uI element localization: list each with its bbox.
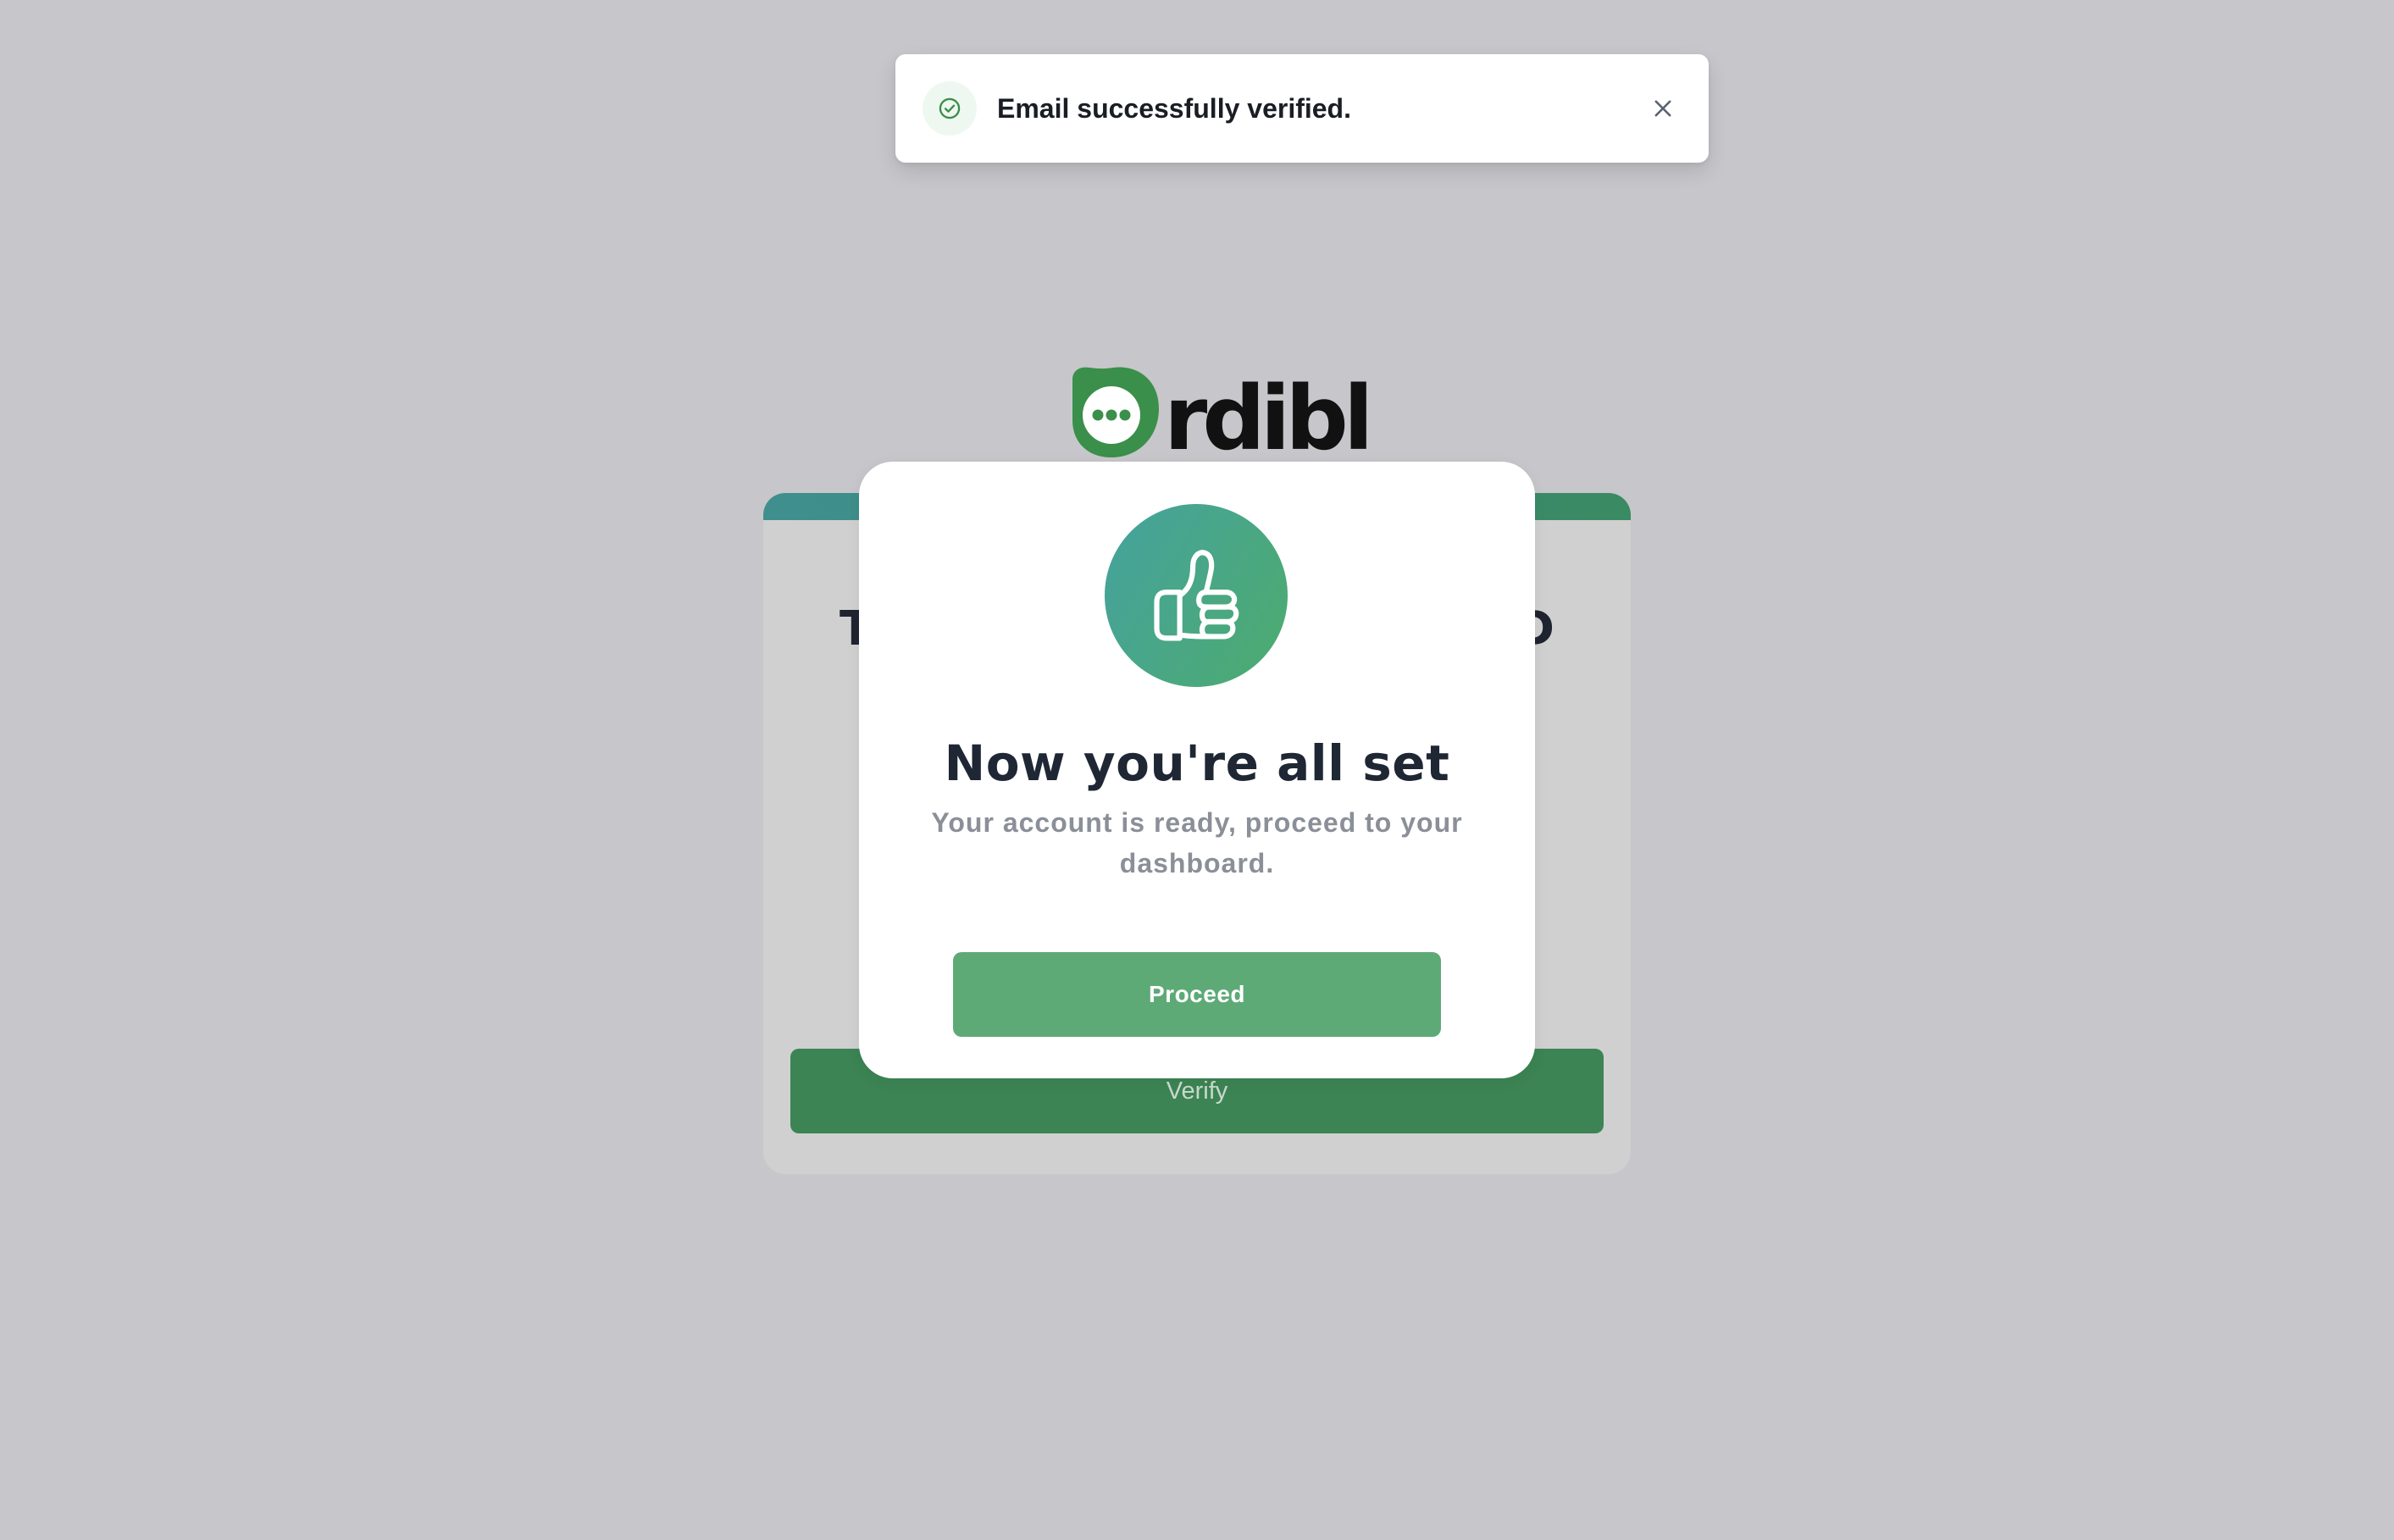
toast-close-button[interactable]: [1643, 88, 1683, 129]
check-circle-icon: [939, 97, 961, 119]
toast-icon-badge: [923, 81, 977, 136]
modal-title: Now you're all set: [944, 734, 1450, 792]
proceed-button[interactable]: Proceed: [953, 952, 1441, 1037]
success-toast: Email successfully verified.: [895, 54, 1709, 163]
toast-message: Email successfully verified.: [997, 92, 1351, 124]
thumbs-up-badge: [1105, 504, 1288, 687]
logo-wordmark: rdibl: [1164, 367, 1373, 470]
close-icon: [1654, 100, 1671, 117]
modal-subtitle: Your account is ready, proceed to your d…: [931, 807, 1463, 878]
success-modal: Now you're all set Your account is ready…: [859, 462, 1535, 1078]
speech-bubble-logo-icon: [1072, 367, 1159, 457]
brand-logo: rdibl: [1069, 364, 1373, 463]
thumbs-up-icon: [1154, 550, 1239, 641]
